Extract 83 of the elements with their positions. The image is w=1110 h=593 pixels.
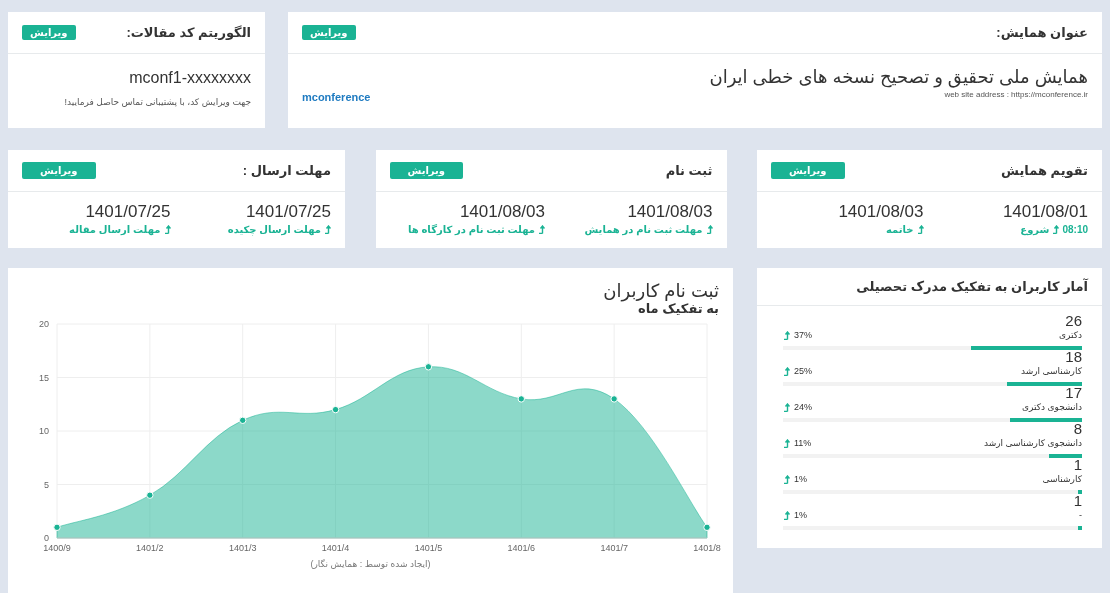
degree-label: دکتری (1058, 328, 1082, 342)
count-value: 26 (1064, 314, 1082, 328)
panel-title: مهلت ارسال : (242, 162, 331, 179)
edit-button[interactable]: ویرایش (22, 25, 76, 40)
axis-tick-label: 1401/5 (414, 543, 443, 554)
edit-button[interactable]: ویرایش (22, 162, 96, 179)
edit-button[interactable]: ویرایش (389, 162, 463, 179)
data-point (53, 523, 61, 532)
data-point (424, 363, 433, 371)
axis-tick-label: 1400/9 (43, 543, 71, 554)
arrow-up-icon (705, 225, 713, 235)
count-value: 1 (1072, 494, 1082, 508)
brand-link[interactable]: mconference (302, 88, 371, 106)
date-label: خاتمه (886, 223, 914, 238)
arrow-up-icon (783, 438, 790, 448)
date-label: مهلت ارسال چکیده (227, 223, 321, 238)
time-value: 08:10 (1062, 223, 1088, 238)
arrow-up-icon (324, 225, 331, 235)
degree-label: دانشجوی دکتری (1021, 400, 1082, 414)
date-label: مهلت ثبت نام در کارگاه ها (408, 223, 535, 238)
axis-tick-label: 1401/6 (507, 543, 536, 554)
axis-tick-label: 20 (39, 319, 49, 330)
axis-tick-label: 1401/3 (228, 543, 257, 554)
chart-credit: (ایجاد شده توسط : همایش نگار) (309, 558, 432, 572)
panel-title: تقویم همایش (1001, 162, 1088, 179)
date-value: 1401/07/25 (84, 202, 171, 223)
axis-tick-label: 5 (44, 479, 49, 490)
count-value: 8 (1072, 422, 1082, 436)
chart-title: ثبت نام کاربران (602, 282, 719, 302)
panel-title: ثبت نام (665, 162, 713, 179)
percent-value: 1% (794, 472, 807, 486)
data-point (239, 416, 247, 425)
website-address: web site address : https://mconference.ir (943, 89, 1088, 102)
axis-tick-label: 0 (44, 533, 49, 544)
axis-tick-label: 1401/8 (693, 543, 721, 554)
percent-value: 25% (794, 364, 812, 378)
count-value: 17 (1064, 386, 1082, 400)
degree-label: - (1079, 508, 1082, 522)
percent-value: 24% (794, 400, 812, 414)
data-point (610, 395, 618, 403)
panel-title: آمار کاربران به تفکیک مدرک تحصیلی (856, 278, 1088, 295)
degree-label: دانشجوی کارشناسی ارشد (983, 436, 1082, 450)
arrow-up-icon (783, 510, 790, 520)
data-point (146, 491, 154, 499)
date-value: 1401/07/25 (244, 202, 331, 223)
date-label: مهلت ثبت نام در همایش (584, 223, 703, 238)
degree-label: کارشناسی (1042, 472, 1082, 486)
count-value: 18 (1064, 350, 1082, 364)
edit-button[interactable]: ویرایش (771, 162, 845, 179)
percent-value: 11% (794, 436, 812, 450)
article-code: mconf1-xxxxxxxx (128, 68, 251, 88)
conference-title: همایش ملی تحقیق و تصحیح نسخه های خطی ایران (709, 66, 1088, 90)
data-point (331, 406, 340, 414)
arrow-up-icon (783, 402, 790, 412)
axis-tick-label: 1401/2 (136, 543, 164, 554)
arrow-up-icon (916, 225, 924, 235)
arrow-up-icon (783, 366, 790, 376)
axis-tick-label: 1401/7 (600, 543, 628, 554)
arrow-up-icon (163, 225, 171, 235)
date-value: 1401/08/03 (626, 202, 713, 223)
arrow-up-icon (1052, 225, 1060, 235)
percent-value: 37% (794, 328, 812, 342)
edit-button[interactable]: ویرایش (302, 25, 356, 40)
date-value: 1401/08/01 (1001, 202, 1088, 223)
chart-subtitle: به تفکیک ماه (638, 301, 719, 317)
date-value: 1401/08/03 (837, 202, 924, 223)
date-label: مهلت ارسال مقاله (69, 223, 161, 238)
axis-tick-label: 10 (39, 426, 49, 437)
count-value: 1 (1072, 458, 1082, 472)
panel-title: الگوریتم کد مقالات: (126, 24, 251, 41)
degree-label: کارشناسی ارشد (1020, 364, 1082, 378)
help-note: جهت ویرایش کد، با پشتیبانی تماس حاصل فرمایید! (63, 96, 251, 109)
date-value: 1401/08/03 (458, 202, 545, 223)
arrow-up-icon (538, 225, 545, 235)
percent-value: 1% (794, 508, 807, 522)
panel-title: عنوان همایش: (996, 24, 1088, 41)
data-point (703, 523, 711, 532)
axis-tick-label: 15 (39, 372, 49, 383)
axis-tick-label: 1401/4 (321, 543, 350, 554)
date-label: شروع (1020, 223, 1050, 238)
data-point (517, 395, 525, 403)
arrow-up-icon (783, 474, 790, 484)
arrow-up-icon (783, 330, 790, 340)
